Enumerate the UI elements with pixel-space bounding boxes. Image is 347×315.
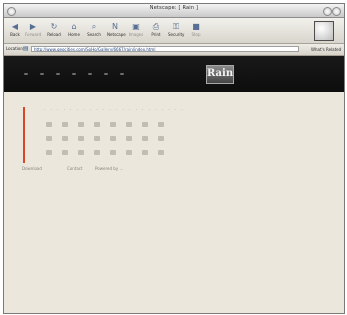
search-label: Search (87, 32, 101, 37)
grid-cell[interactable] (94, 122, 100, 127)
forward-label: Forward (25, 32, 42, 37)
location-bar: Location: ▤ http://www.geocities.com/SoH… (4, 44, 344, 56)
nav-dot-1[interactable] (24, 73, 28, 75)
home-label: Home (68, 32, 80, 37)
stop-button[interactable]: ■ Stop (188, 22, 204, 40)
grid-cell[interactable] (62, 136, 68, 141)
search-button[interactable]: ⌕ Search (86, 22, 102, 40)
grid-cell[interactable] (142, 122, 148, 127)
footer-link-contact[interactable]: Contact (67, 166, 83, 171)
images-button[interactable]: ▣ Images (128, 22, 144, 40)
search-icon: ⌕ (91, 22, 97, 31)
grid-cell[interactable] (126, 150, 132, 155)
nav-dot-2[interactable] (40, 73, 44, 75)
home-icon: ⌂ (71, 22, 77, 31)
site-logo[interactable]: Rain (206, 65, 234, 84)
navigation-toolbar: ◀ Back ▶ Forward ↻ Reload ⌂ Home ⌕ Searc… (4, 18, 344, 44)
grid-cell[interactable] (126, 122, 132, 127)
site-logo-text: Rain (207, 68, 234, 79)
grid-cell[interactable] (158, 122, 164, 127)
grid-cell[interactable] (78, 122, 84, 127)
grid-cell[interactable] (110, 136, 116, 141)
print-icon: ⎙ (152, 22, 160, 31)
url-field[interactable]: http://www.geocities.com/SoHo/Gallery/66… (31, 46, 299, 52)
images-label: Images (128, 32, 144, 37)
back-arrow-icon: ◀ (11, 22, 19, 31)
reload-icon: ↻ (50, 22, 58, 31)
netscape-icon: N (112, 22, 118, 31)
grid-cell[interactable] (78, 150, 84, 155)
site-header: Rain (4, 56, 344, 92)
images-icon: ▣ (132, 22, 140, 31)
security-label: Security (168, 32, 185, 37)
nav-dot-6[interactable] (104, 73, 108, 75)
reload-label: Reload (47, 32, 61, 37)
forward-arrow-icon: ▶ (29, 22, 37, 31)
nav-dot-7[interactable] (120, 73, 124, 75)
bookmark-icon[interactable]: ▤ (23, 46, 29, 52)
stop-label: Stop (191, 32, 201, 37)
grid-cell[interactable] (142, 150, 148, 155)
footer-link-download[interactable]: Download (22, 166, 42, 171)
back-button[interactable]: ◀ Back (7, 22, 23, 40)
browser-window: Netscape: [ Rain ] ◀ Back ▶ Forward ↻ Re… (3, 3, 345, 314)
whats-related-button[interactable]: What's Related (311, 46, 341, 53)
nav-dot-3[interactable] (56, 73, 60, 75)
accent-line (23, 107, 25, 163)
grid-cell[interactable] (94, 150, 100, 155)
netscape-button[interactable]: N Netscape (107, 22, 126, 40)
title-bar[interactable]: Netscape: [ Rain ] (4, 4, 344, 18)
grid-cell[interactable] (46, 136, 52, 141)
grid-cell[interactable] (46, 150, 52, 155)
window-title: Netscape: [ Rain ] (149, 5, 199, 11)
grid-cell[interactable] (142, 136, 148, 141)
netscape-label: Netscape (107, 32, 126, 37)
grid-cell[interactable] (158, 136, 164, 141)
stop-icon: ■ (192, 22, 200, 31)
grid-cell[interactable] (158, 150, 164, 155)
grid-cell[interactable] (46, 122, 52, 127)
print-label: Print (151, 32, 161, 37)
security-lock-icon: ⚿ (172, 22, 180, 31)
home-button[interactable]: ⌂ Home (66, 22, 82, 40)
nav-dot-5[interactable] (88, 73, 92, 75)
location-label: Location: (6, 46, 25, 51)
grid-cell[interactable] (62, 122, 68, 127)
grid-cell[interactable] (126, 136, 132, 141)
footer-credit: Powered by ... (95, 166, 124, 171)
netscape-throbber-logo (314, 21, 334, 41)
forward-button[interactable]: ▶ Forward (25, 22, 41, 40)
grid-cell[interactable] (110, 122, 116, 127)
page-content: Rain · · · · · · · · · · · · · · · · · ·… (4, 56, 344, 313)
grid-cell[interactable] (78, 136, 84, 141)
grid-cell[interactable] (110, 150, 116, 155)
back-label: Back (10, 32, 20, 37)
grid-cell[interactable] (62, 150, 68, 155)
nav-dot-4[interactable] (72, 73, 76, 75)
security-button[interactable]: ⚿ Security (168, 22, 184, 40)
grid-cell[interactable] (94, 136, 100, 141)
reload-button[interactable]: ↻ Reload (46, 22, 62, 40)
print-button[interactable]: ⎙ Print (148, 22, 164, 40)
decorative-scribble: · · · · · · · · · · · · · · · · · · · · … (44, 107, 185, 112)
